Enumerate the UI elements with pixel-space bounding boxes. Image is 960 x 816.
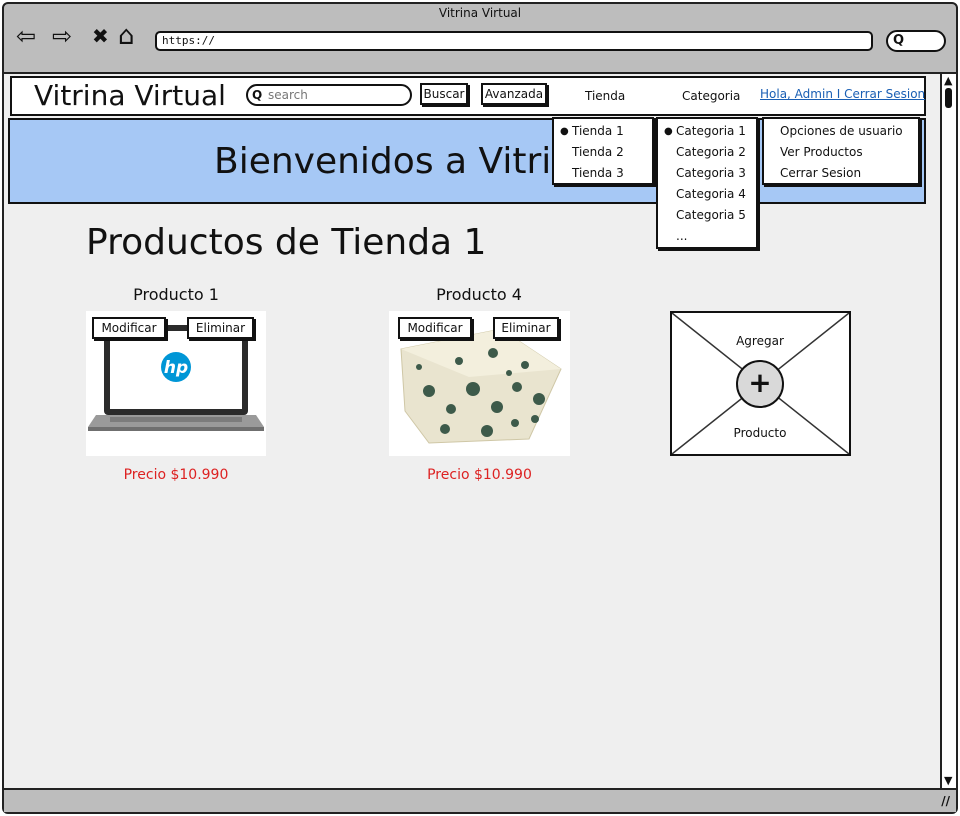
- user-option[interactable]: Ver Productos: [780, 145, 863, 159]
- add-label-bottom: Producto: [724, 426, 796, 440]
- selected-bullet-icon: ●: [664, 126, 673, 137]
- product-price: Precio $10.990: [123, 467, 229, 483]
- user-session-link[interactable]: Hola, Admin I Cerrar Sesion: [760, 87, 925, 101]
- category-option[interactable]: Categoria 4: [676, 187, 746, 201]
- category-option[interactable]: Categoria 2: [676, 145, 746, 159]
- store-option[interactable]: Tienda 2: [572, 145, 624, 159]
- product-name: Producto 1: [133, 285, 219, 304]
- product-price: Precio $10.990: [427, 467, 532, 483]
- add-product-card[interactable]: Agregar Producto +: [670, 311, 851, 456]
- add-label-top: Agregar: [726, 334, 794, 348]
- menu-store[interactable]: Tienda: [585, 89, 625, 103]
- advanced-search-button[interactable]: Avanzada: [481, 83, 547, 105]
- status-bar: //: [4, 788, 956, 812]
- plus-icon: +: [748, 366, 772, 399]
- search-icon: Q: [893, 33, 905, 48]
- modify-button[interactable]: Modificar: [398, 317, 472, 339]
- search-placeholder: search: [268, 88, 308, 102]
- store-option[interactable]: Tienda 3: [572, 166, 624, 180]
- menu-category[interactable]: Categoria: [682, 89, 740, 103]
- browser-search-field[interactable]: Q: [886, 30, 946, 52]
- resize-grip-icon[interactable]: //: [941, 794, 950, 808]
- search-input[interactable]: Q search: [246, 84, 412, 106]
- home-icon[interactable]: ⌂: [118, 22, 135, 50]
- window-title: Vitrina Virtual: [438, 6, 522, 20]
- scroll-down-icon[interactable]: ▼: [944, 775, 952, 786]
- store-dropdown: ● Tienda 1 Tienda 2 Tienda 3: [552, 117, 654, 185]
- vertical-scrollbar[interactable]: ▲ ▼: [940, 72, 956, 788]
- delete-button[interactable]: Eliminar: [493, 317, 559, 339]
- product-name: Producto 4: [436, 285, 522, 304]
- category-dropdown: ● Categoria 1 Categoria 2 Categoria 3 Ca…: [656, 117, 758, 249]
- page-heading: Productos de Tienda 1: [86, 222, 487, 263]
- scroll-up-icon[interactable]: ▲: [944, 75, 952, 86]
- user-option[interactable]: Opciones de usuario: [780, 124, 903, 138]
- search-icon: Q: [252, 88, 263, 102]
- modify-button[interactable]: Modificar: [92, 317, 166, 339]
- back-icon[interactable]: ⇦: [16, 22, 36, 50]
- stop-icon[interactable]: ✖: [92, 22, 109, 50]
- category-option-more[interactable]: ...: [676, 229, 687, 243]
- address-bar[interactable]: https://: [155, 31, 873, 51]
- banner-title: Bienvenidos a Vitrina Virtual: [214, 141, 550, 182]
- delete-button[interactable]: Eliminar: [187, 317, 254, 339]
- scroll-thumb[interactable]: [945, 88, 952, 108]
- selected-bullet-icon: ●: [560, 126, 569, 137]
- user-dropdown: Opciones de usuario Ver Productos Cerrar…: [762, 117, 920, 185]
- category-option[interactable]: Categoria 3: [676, 166, 746, 180]
- store-option[interactable]: Tienda 1: [572, 124, 624, 138]
- user-option[interactable]: Cerrar Sesion: [780, 166, 861, 180]
- search-button[interactable]: Buscar: [420, 83, 468, 105]
- site-logo[interactable]: Vitrina Virtual: [34, 78, 226, 114]
- hp-logo-text: hp: [164, 358, 188, 378]
- forward-icon[interactable]: ⇨: [52, 22, 72, 50]
- category-option[interactable]: Categoria 5: [676, 208, 746, 222]
- category-option[interactable]: Categoria 1: [676, 124, 746, 138]
